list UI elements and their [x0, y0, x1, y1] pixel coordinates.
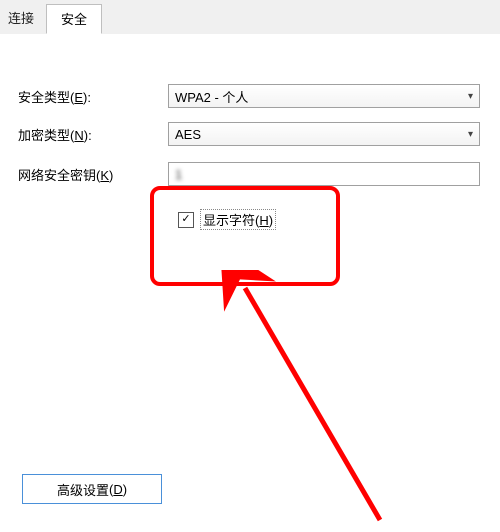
select-security-type[interactable]: WPA2 - 个人 ▾ — [168, 84, 480, 108]
checkbox-icon: ✓ — [178, 212, 194, 228]
checkbox-show-characters[interactable]: ✓ 显示字符(H) — [178, 209, 276, 230]
select-security-type-value: WPA2 - 个人 — [175, 87, 248, 106]
row-security-type: 安全类型(E): WPA2 - 个人 ▾ — [18, 84, 480, 108]
chevron-down-icon: ▾ — [468, 129, 473, 140]
tab-security-label: 安全 — [61, 12, 87, 27]
tab-connection-label: 连接 — [8, 11, 34, 26]
input-network-key-value: 1 — [175, 167, 184, 182]
chevron-down-icon: ▾ — [468, 91, 473, 102]
input-network-key[interactable]: 1 — [168, 162, 480, 186]
checkbox-show-characters-label: 显示字符(H) — [200, 209, 276, 230]
wifi-properties-window: 连接 安全 安全类型(E): WPA2 - 个人 ▾ 加密类型(N): AES … — [0, 0, 500, 532]
select-encryption-type[interactable]: AES ▾ — [168, 122, 480, 146]
row-network-key: 网络安全密钥(K) 1 — [18, 162, 480, 186]
tab-security[interactable]: 安全 — [46, 4, 102, 34]
advanced-settings-button[interactable]: 高级设置(D) — [22, 474, 162, 504]
tab-content-security: 安全类型(E): WPA2 - 个人 ▾ 加密类型(N): AES ▾ 网络安全… — [0, 34, 500, 532]
tab-connection[interactable]: 连接 — [0, 4, 48, 34]
row-encryption-type: 加密类型(N): AES ▾ — [18, 122, 480, 146]
label-network-key: 网络安全密钥(K) — [18, 165, 168, 184]
label-encryption-type: 加密类型(N): — [18, 125, 168, 144]
tab-strip: 连接 安全 — [0, 0, 500, 35]
select-encryption-type-value: AES — [175, 127, 201, 142]
label-security-type: 安全类型(E): — [18, 87, 168, 106]
